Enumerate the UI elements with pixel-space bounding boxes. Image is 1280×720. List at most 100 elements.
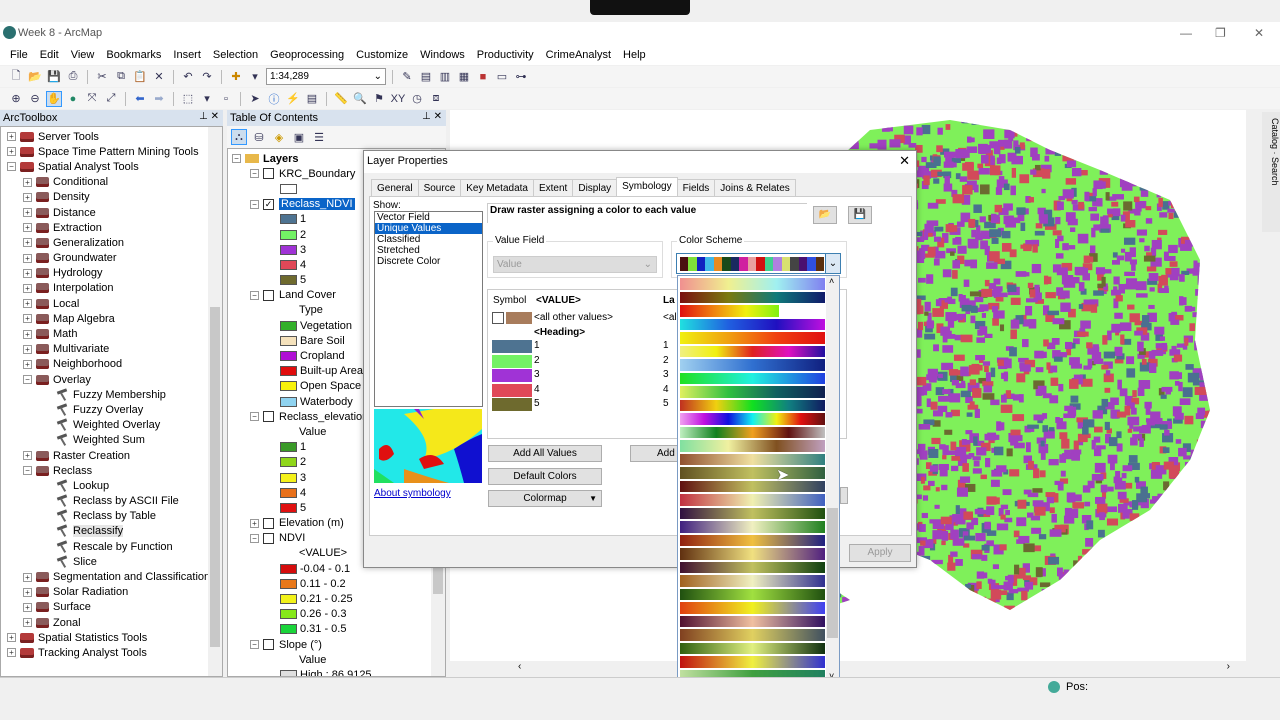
catalog-window-icon[interactable]: ▥ (437, 69, 453, 85)
color-ramp-option[interactable] (680, 372, 825, 384)
new-document-icon[interactable]: 🗋 (8, 69, 24, 85)
toolbox-item[interactable]: Weighted Sum (1, 433, 222, 448)
legend-swatch[interactable] (280, 594, 297, 605)
layer-name[interactable]: KRC_Boundary (279, 168, 355, 180)
color-ramp-option[interactable] (680, 399, 825, 411)
catalog-search-side-tabs[interactable]: Catalog · Search (1262, 112, 1280, 232)
class-label[interactable]: 2 (663, 355, 669, 366)
find-icon[interactable]: 🔍 (352, 91, 368, 107)
undo-icon[interactable]: ↶ (180, 69, 196, 85)
legend-swatch[interactable] (280, 442, 297, 453)
toolbox-item[interactable]: + Groundwater (1, 251, 222, 266)
legend-swatch[interactable] (280, 487, 297, 498)
layer-visibility-checkbox[interactable] (263, 639, 274, 651)
toolbox-item[interactable]: + Space Time Pattern Mining Tools (1, 144, 222, 159)
legend-swatch[interactable] (280, 275, 297, 286)
class-symbol-swatch[interactable] (492, 369, 532, 382)
toolbox-item[interactable]: + Solar Radiation (1, 585, 222, 600)
expand-icon[interactable]: + (23, 602, 32, 612)
arctoolbox-scrollbar[interactable] (208, 127, 222, 676)
legend-class[interactable]: 0.26 - 0.3 (232, 607, 445, 622)
expand-icon[interactable]: + (23, 572, 32, 582)
color-ramp-option[interactable] (680, 291, 825, 303)
map-horizontal-scrollbar[interactable]: ‹ › (450, 661, 1246, 675)
color-ramp-option[interactable] (680, 413, 825, 425)
class-symbol-swatch[interactable] (492, 398, 532, 411)
toolbox-item[interactable]: Weighted Overlay (1, 418, 222, 433)
show-list[interactable]: Vector Field Unique Values Classified Stret… (374, 211, 483, 407)
menu-windows[interactable]: Windows (414, 49, 471, 61)
color-ramp-option[interactable] (680, 359, 825, 371)
toolbox-item[interactable]: + Density (1, 190, 222, 205)
collapse-icon[interactable]: − (250, 412, 259, 422)
python-window-icon[interactable]: ▭ (494, 69, 510, 85)
menu-insert[interactable]: Insert (167, 49, 207, 61)
class-symbol-swatch[interactable] (492, 340, 532, 353)
color-ramp-option[interactable] (680, 521, 825, 533)
show-item[interactable]: Classified (375, 234, 482, 245)
expand-icon[interactable]: + (23, 223, 32, 233)
default-colors-button[interactable]: Default Colors (488, 468, 602, 485)
collapse-icon[interactable]: − (250, 199, 259, 209)
layer-name[interactable]: Reclass_NDVI (279, 198, 355, 211)
collapse-icon[interactable]: − (250, 533, 259, 543)
expand-icon[interactable]: + (23, 177, 32, 187)
collapse-icon[interactable]: − (250, 640, 259, 650)
menu-customize[interactable]: Customize (350, 49, 414, 61)
menu-edit[interactable]: Edit (34, 49, 65, 61)
expand-icon[interactable]: + (23, 451, 32, 461)
redo-icon[interactable]: ↷ (199, 69, 215, 85)
legend-swatch[interactable] (280, 320, 297, 331)
toolbox-item[interactable]: + Surface (1, 600, 222, 615)
tab-symbology[interactable]: Symbology (616, 177, 678, 197)
expand-icon[interactable]: + (23, 253, 32, 263)
color-ramp-option[interactable] (680, 305, 779, 317)
toolbox-item[interactable]: + Zonal (1, 615, 222, 630)
color-ramp-option[interactable] (680, 642, 825, 654)
open-layer-file-button[interactable]: 📂 (813, 206, 837, 224)
legend-swatch[interactable] (280, 229, 297, 240)
show-item[interactable]: Stretched (375, 245, 482, 256)
class-label[interactable]: 1 (663, 340, 669, 351)
layer-visibility-checkbox[interactable] (263, 411, 274, 423)
color-ramp-option[interactable] (680, 588, 825, 600)
color-ramp-option[interactable] (680, 629, 825, 641)
legend-swatch[interactable] (280, 183, 297, 194)
color-ramp-option[interactable] (680, 318, 825, 330)
arctoolbox-icon[interactable]: ■ (475, 69, 491, 85)
back-extent-icon[interactable]: ⬅ (132, 91, 148, 107)
add-data-icon[interactable]: ✚ (228, 69, 244, 85)
apply-button[interactable]: Apply (849, 544, 911, 562)
toolbox-item[interactable]: + Segmentation and Classification (1, 569, 222, 584)
label-column-header[interactable]: La (663, 295, 675, 306)
toolbox-item[interactable]: Fuzzy Membership (1, 387, 222, 402)
chevron-down-icon[interactable]: ⌄ (825, 254, 840, 273)
delete-icon[interactable]: ✕ (151, 69, 167, 85)
legend-swatch[interactable] (280, 396, 297, 407)
collapse-icon[interactable]: − (250, 169, 259, 179)
list-by-drawing-order-icon[interactable]: ⛬ (231, 129, 247, 145)
toolbox-item[interactable]: − Spatial Analyst Tools (1, 159, 222, 174)
expand-icon[interactable]: + (7, 147, 16, 157)
minimize-button[interactable]: — (1180, 26, 1192, 40)
expand-icon[interactable]: + (250, 518, 259, 528)
expand-icon[interactable]: + (23, 283, 32, 293)
toolbox-item[interactable]: + Local (1, 296, 222, 311)
legend-swatch[interactable] (280, 351, 297, 362)
paste-icon[interactable]: 📋 (132, 69, 148, 85)
color-ramp-option[interactable] (680, 602, 825, 614)
close-window-button[interactable]: ✕ (1254, 26, 1264, 40)
options-icon[interactable]: ☰ (311, 129, 327, 145)
color-ramp-option[interactable] (680, 386, 825, 398)
menu-geoprocessing[interactable]: Geoprocessing (264, 49, 350, 61)
legend-swatch[interactable] (280, 259, 297, 270)
legend-swatch[interactable] (280, 457, 297, 468)
legend-swatch[interactable] (280, 214, 297, 225)
expand-icon[interactable]: + (7, 648, 16, 658)
toolbox-item[interactable]: Reclass by Table (1, 509, 222, 524)
expand-icon[interactable]: + (23, 344, 32, 354)
color-ramp-option[interactable] (680, 453, 825, 465)
toolbox-item[interactable]: + Hydrology (1, 266, 222, 281)
toolbox-item[interactable]: Reclass by ASCII File (1, 494, 222, 509)
toolbox-item[interactable]: + Interpolation (1, 281, 222, 296)
